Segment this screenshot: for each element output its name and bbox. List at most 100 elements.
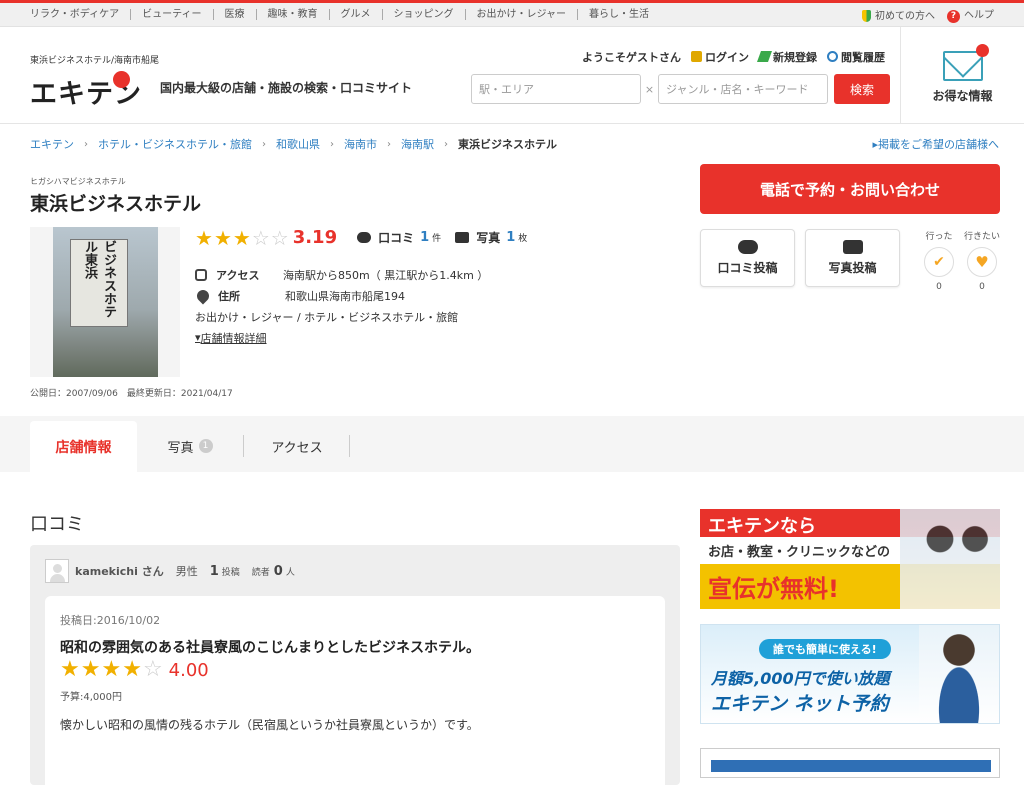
- free-ad-banner[interactable]: エキテンなら お店・教室・クリニックなどの 宣伝が無料!: [700, 509, 1000, 609]
- deals-label: お得な情報: [932, 89, 993, 103]
- reviews-unit: 件: [432, 234, 442, 244]
- review-card[interactable]: 投稿日:2016/10/02 昭和の雰囲気のある社員寮風のこじんまりとしたビジネ…: [45, 596, 665, 796]
- ad2-pill: 誰でも簡単に使える!: [759, 639, 891, 659]
- category-link[interactable]: 趣味・教育: [255, 9, 329, 20]
- category-link[interactable]: グルメ: [328, 9, 382, 20]
- third-banner[interactable]: [700, 748, 1000, 778]
- review-panel: kamekichi さん 男性 1 投稿 読者 0 人 投稿日:2016/10/…: [30, 545, 680, 796]
- deals-button[interactable]: お得な情報: [900, 27, 1024, 124]
- photos-badge: 1: [198, 439, 213, 453]
- review-body: 懐かしい昭和の風情の残るホテル（民宿風というか社員寮風というか）です。: [60, 718, 479, 732]
- help-label: ヘルプ: [964, 10, 994, 22]
- net-reservation-banner[interactable]: 誰でも簡単に使える! 月額5,000円で使い放題 エキテン ネット予約: [700, 624, 1000, 724]
- photos-count[interactable]: 1: [506, 230, 515, 245]
- site-subtitle: 東浜ビジネスホテル/海南市船尾: [30, 56, 160, 66]
- site-tagline: 国内最大級の店舗・施設の検索・口コミサイト: [160, 81, 413, 95]
- register-label: 新規登録: [773, 51, 817, 64]
- page-title: 東浜ビジネスホテル: [30, 193, 202, 215]
- went-button[interactable]: ✔: [924, 247, 954, 277]
- first-time-link[interactable]: 初めての方へ: [862, 7, 935, 22]
- reviews-count[interactable]: 1: [420, 230, 429, 245]
- ad1-subline: お店・教室・クリニックなどの: [708, 545, 891, 560]
- photos-unit: 枚: [518, 234, 528, 244]
- went-label: 行った: [925, 232, 953, 242]
- shop-photo[interactable]: ビジネスホテル東浜: [30, 227, 180, 377]
- login-label: ログイン: [705, 51, 749, 64]
- tab-shop-info[interactable]: 店舗情報: [30, 421, 137, 472]
- notification-dot-icon: [975, 44, 989, 57]
- star-full-icon: ★: [60, 657, 80, 682]
- call-reserve-button[interactable]: 電話で予約・お問い合わせ: [700, 164, 1000, 214]
- pencil-icon: [756, 51, 773, 62]
- post-review-button[interactable]: 口コミ投稿: [700, 229, 795, 287]
- readers-unit: 人: [285, 567, 295, 578]
- breadcrumb-link[interactable]: 和歌山県: [276, 136, 320, 152]
- category-bar: リラク・ボディケア ビューティー 医療 趣味・教育 グルメ ショッピング お出か…: [0, 0, 1024, 27]
- welcome-text: ようこそゲストさん: [582, 51, 681, 64]
- publish-dates: 公開日：2007/09/06 最終更新日：2021/04/17: [30, 389, 233, 399]
- help-links: 初めての方へ ? ヘルプ: [862, 6, 994, 23]
- search-form: 駅・エリア × ジャンル・店名・キーワード 検索: [471, 74, 890, 104]
- went-toggle: 行った ✔ 0: [919, 229, 959, 292]
- help-link[interactable]: ? ヘルプ: [947, 6, 994, 23]
- review-budget: 予算:4,000円: [60, 692, 122, 703]
- post-photo-label: 写真投稿: [828, 261, 877, 275]
- address-label: 住所: [218, 289, 240, 303]
- rating-score: 3.19: [292, 227, 338, 248]
- category-link[interactable]: リラク・ボディケア: [30, 9, 130, 20]
- chevron-right-icon: ›: [262, 138, 266, 150]
- train-icon: [195, 268, 207, 281]
- login-link[interactable]: ログイン: [691, 49, 749, 65]
- shop-categories[interactable]: お出かけ・レジャー / ホテル・ビジネスホテル・旅館: [195, 306, 488, 327]
- shop-detail-link[interactable]: ▾ 店舗情報詳細: [195, 327, 488, 348]
- breadcrumb-link[interactable]: エキテン: [30, 136, 74, 152]
- chevron-right-icon: ›: [84, 138, 88, 150]
- want-label: 行きたい: [963, 232, 1000, 242]
- readers-count: 0: [273, 563, 283, 579]
- first-time-label: 初めての方へ: [875, 11, 935, 22]
- breadcrumb-link[interactable]: ホテル・ビジネスホテル・旅館: [98, 136, 252, 152]
- register-link[interactable]: 新規登録: [756, 49, 817, 65]
- chevron-right-icon: ›: [444, 138, 448, 150]
- review-date: 投稿日:2016/10/02: [60, 614, 161, 627]
- listing-link[interactable]: ▸掲載をご希望の店舗様へ: [872, 136, 999, 152]
- hotel-sign: ビジネスホテル東浜: [70, 239, 128, 327]
- ad2-price: 月額5,000円で使い放題: [711, 669, 890, 688]
- shop-name-kana: ヒガシハマビジネスホテル: [30, 177, 126, 186]
- category-link[interactable]: 医療: [212, 9, 256, 20]
- star-full-icon: ★: [232, 225, 251, 250]
- category-link[interactable]: ショッピング: [381, 9, 465, 20]
- chevron-right-icon: ›: [330, 138, 334, 150]
- banner-strip: [711, 760, 991, 772]
- category-link[interactable]: ビューティー: [130, 9, 212, 20]
- user-nav: ようこそゲストさん ログイン 新規登録 閲覧履歴: [582, 49, 885, 65]
- star-full-icon: ★: [213, 225, 232, 250]
- history-link[interactable]: 閲覧履歴: [827, 49, 885, 65]
- reviews-heading: 口コミ: [30, 514, 84, 535]
- category-link[interactable]: お出かけ・レジャー: [464, 9, 578, 20]
- lock-icon: [691, 51, 702, 62]
- breadcrumb-link[interactable]: 海南市: [344, 136, 377, 152]
- clear-icon[interactable]: ×: [641, 83, 658, 96]
- avatar[interactable]: [45, 559, 69, 583]
- reviewer-gender: 男性: [175, 565, 198, 578]
- site-header: 東浜ビジネスホテル/海南市船尾 エキテン 国内最大級の店舗・施設の検索・口コミサ…: [0, 27, 1024, 124]
- star-full-icon: ★: [101, 657, 122, 682]
- station-area-input[interactable]: 駅・エリア: [471, 74, 641, 104]
- keyword-input[interactable]: ジャンル・店名・キーワード: [658, 74, 828, 104]
- breadcrumb-link[interactable]: 海南駅: [401, 136, 434, 152]
- question-icon: ?: [947, 9, 960, 23]
- reviewer-info: kamekichi さん 男性 1 投稿 読者 0 人: [45, 559, 295, 583]
- reviewer-name[interactable]: kamekichi さん: [75, 563, 164, 579]
- ad1-photo: [900, 509, 1000, 609]
- category-link[interactable]: 暮らし・生活: [577, 9, 660, 20]
- check-icon: ✔: [933, 254, 945, 270]
- shop-info: アクセス 海南駅から850m（ 黒江駅から1.4km ） 住所 和歌山県海南市船…: [194, 264, 488, 348]
- want-button[interactable]: ♥: [967, 247, 997, 277]
- tab-access[interactable]: アクセス: [245, 435, 350, 457]
- logo-dot-icon: [113, 71, 130, 88]
- post-photo-button[interactable]: 写真投稿: [805, 229, 900, 287]
- search-button[interactable]: 検索: [834, 74, 890, 104]
- tab-photos[interactable]: 写真 1: [137, 435, 244, 457]
- review-title[interactable]: 昭和の雰囲気のある社員寮風のこじんまりとしたビジネスホテル。: [60, 637, 480, 657]
